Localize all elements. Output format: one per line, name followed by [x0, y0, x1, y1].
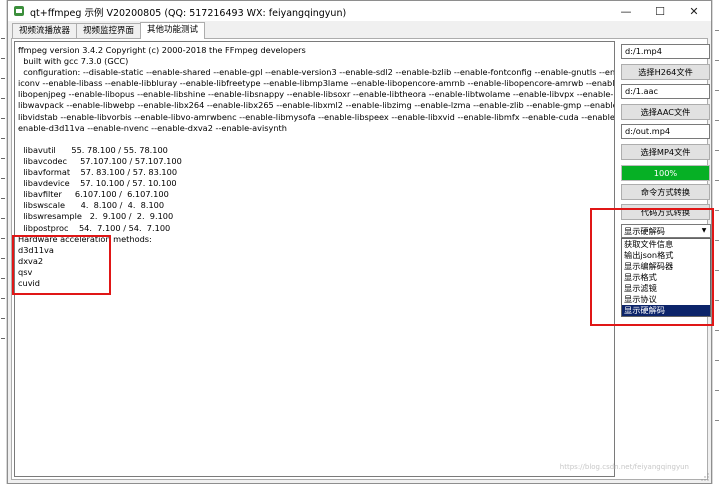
select-mp4-button[interactable]: 选择MP4文件: [621, 144, 710, 160]
cmd-convert-button[interactable]: 命令方式转换: [621, 184, 710, 200]
app-window: qt+ffmpeg 示例 V20200805 (QQ: 517216493 WX…: [7, 0, 714, 484]
app-icon: [13, 5, 25, 17]
maximize-button[interactable]: ☐: [643, 1, 677, 21]
log-line: libpostproc 54. 7.100 / 54. 7.100: [18, 222, 171, 233]
progress-label: 100%: [653, 168, 678, 178]
background-window-left: [0, 0, 7, 484]
progress-bar: 100%: [621, 165, 710, 181]
log-line: libavcodec 57.107.100 / 57.107.100: [18, 155, 182, 166]
resize-grip-icon[interactable]: [701, 473, 709, 481]
title-bar[interactable]: qt+ffmpeg 示例 V20200805 (QQ: 517216493 WX…: [8, 1, 711, 21]
log-line: configuration: --disable-static --enable…: [18, 67, 615, 78]
window-title: qt+ffmpeg 示例 V20200805 (QQ: 517216493 WX…: [30, 8, 347, 19]
minimize-button[interactable]: —: [609, 1, 643, 21]
tab-panel: ffmpeg version 3.4.2 Copyright (c) 2000-…: [11, 38, 714, 480]
log-line: libopenjpeg --enable-libopus --enable-li…: [18, 89, 614, 100]
log-line: ffmpeg version 3.4.2 Copyright (c) 2000-…: [18, 45, 306, 55]
watermark: https://blog.csdn.net/feiyangqingyun: [559, 463, 689, 471]
tab-video-monitor[interactable]: 视频监控界面: [76, 23, 142, 39]
tab-stream-player[interactable]: 视频流播放器: [12, 23, 78, 39]
select-h264-button[interactable]: 选择H264文件: [621, 64, 710, 80]
log-line: libavformat 57. 83.100 / 57. 83.100: [18, 167, 178, 178]
log-line: libvidstab --enable-libvorbis --enable-l…: [18, 111, 615, 122]
h264-path-field[interactable]: d:/1.mp4: [621, 44, 710, 59]
log-line: libswscale 4. 8.100 / 4. 8.100: [18, 200, 165, 211]
log-line: enable-d3d11va --enable-nvenc --enable-d…: [18, 122, 287, 133]
log-line: libavdevice 57. 10.100 / 57. 10.100: [18, 178, 177, 189]
annotation-box-combo: [590, 208, 714, 326]
log-line: libavutil 55. 78.100 / 55. 78.100: [18, 144, 168, 155]
mp4-path-field[interactable]: d:/out.mp4: [621, 124, 710, 139]
aac-path-field[interactable]: d:/1.aac: [621, 84, 710, 99]
log-line: libswresample 2. 9.100 / 2. 9.100: [18, 211, 174, 222]
tab-bar: 视频流播放器 视频监控界面 其他功能测试: [12, 22, 206, 39]
annotation-box-hw-methods: [12, 235, 111, 295]
select-aac-button[interactable]: 选择AAC文件: [621, 104, 710, 120]
close-button[interactable]: ✕: [677, 1, 711, 21]
log-line: iconv --enable-libass --enable-libbluray…: [18, 78, 615, 89]
log-line: built with gcc 7.3.0 (GCC): [18, 56, 129, 67]
tab-other-tests[interactable]: 其他功能测试: [140, 22, 206, 39]
log-line: libavfilter 6.107.100 / 6.107.100: [18, 189, 169, 200]
log-line: libwavpack --enable-libwebp --enable-lib…: [18, 100, 615, 111]
